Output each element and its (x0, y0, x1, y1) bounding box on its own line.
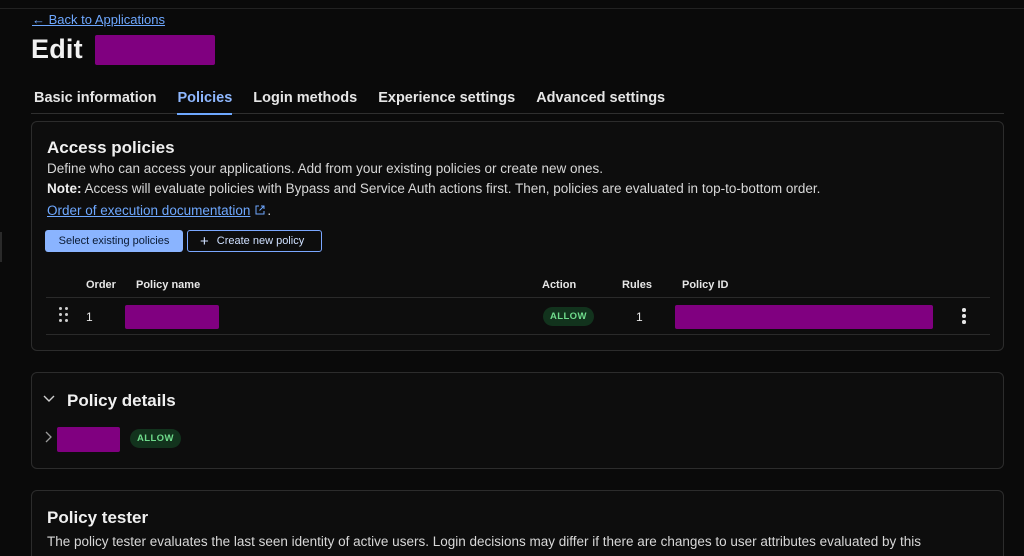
access-policies-note: Note: Access will evaluate policies with… (47, 181, 820, 196)
chevron-right-icon[interactable] (45, 431, 52, 446)
redacted-policy-id (675, 305, 933, 329)
redacted-app-name (94, 34, 215, 65)
policy-details-card: Policy details ALLOW (31, 372, 1004, 469)
chevron-down-icon[interactable] (43, 392, 55, 406)
policy-tester-card: Policy tester The policy tester evaluate… (31, 490, 1004, 556)
column-header-action[interactable]: Action (542, 279, 576, 291)
create-new-policy-label: Create new policy (216, 235, 305, 247)
access-policies-card: Access policies Define who can access yo… (31, 121, 1004, 351)
tab-policies[interactable]: Policies (177, 84, 232, 115)
access-policies-description: Define who can access your applications.… (47, 161, 604, 176)
policy-detail-action-badge: ALLOW (130, 429, 181, 448)
column-header-rules[interactable]: Rules (622, 279, 652, 291)
column-header-policy-id[interactable]: Policy ID (682, 279, 728, 291)
table-row-divider (46, 334, 990, 335)
left-edge-indicator (0, 232, 2, 262)
note-label: Note: (47, 181, 82, 196)
tab-experience-settings[interactable]: Experience settings (378, 84, 515, 114)
create-new-policy-button[interactable]: + Create new policy (187, 230, 322, 252)
tab-bar: Basic information Policies Login methods… (31, 84, 1004, 115)
policy-tester-description: The policy tester evaluates the last see… (47, 534, 921, 549)
policy-details-title[interactable]: Policy details (67, 391, 176, 411)
page-header: Edit (31, 34, 215, 65)
page-title: Edit (31, 34, 83, 64)
redacted-policy-name[interactable] (125, 305, 219, 329)
policy-tester-title: Policy tester (47, 508, 149, 527)
back-to-applications-link[interactable]: ← Back to Applications (32, 12, 165, 27)
select-existing-policies-button[interactable]: Select existing policies (45, 230, 183, 252)
plus-icon: + (200, 232, 209, 250)
doc-link-suffix: . (267, 203, 272, 218)
policy-rules-cell: 1 (636, 310, 643, 324)
action-badge-allow: ALLOW (543, 307, 594, 326)
column-header-policy-name[interactable]: Policy name (136, 279, 200, 291)
external-link-icon (255, 205, 265, 218)
tab-login-methods[interactable]: Login methods (253, 84, 357, 114)
redacted-policy-detail-name[interactable] (57, 427, 120, 452)
tab-basic-information[interactable]: Basic information (31, 84, 156, 114)
table-header-divider (46, 297, 990, 298)
note-text: Access will evaluate policies with Bypas… (81, 181, 821, 196)
column-header-order[interactable]: Order (86, 279, 116, 291)
drag-handle-icon[interactable] (59, 307, 68, 323)
doc-link-label[interactable]: Order of execution documentation (47, 203, 250, 218)
access-policies-title: Access policies (47, 138, 175, 157)
policy-order-cell: 1 (86, 310, 93, 324)
tab-advanced-settings[interactable]: Advanced settings (536, 84, 665, 114)
execution-order-doc-link[interactable]: Order of execution documentation . (47, 203, 271, 218)
kebab-menu-icon[interactable] (962, 308, 966, 326)
